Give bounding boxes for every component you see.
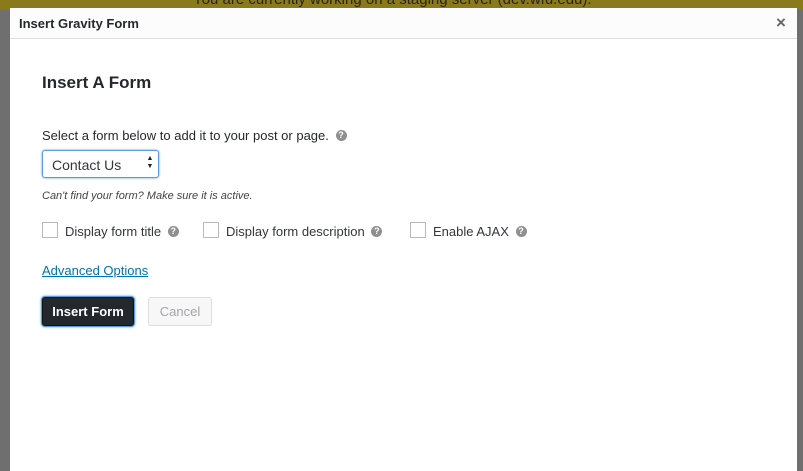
advanced-options-link[interactable]: Advanced Options [42,263,148,278]
staging-banner-text: You are currently working on a staging s… [193,0,592,8]
help-icon[interactable]: ? [335,130,347,142]
arrow-up-icon: ▲ [146,155,154,162]
option-enable-ajax: Enable AJAX ? [410,221,527,242]
form-select-value: Contact Us [52,157,122,173]
instruction-label: Select a form below to add it to your po… [42,128,329,143]
insert-form-button[interactable]: Insert Form [42,297,134,326]
background-page-left [0,10,10,471]
form-select[interactable]: Contact Us ▲ ▼ [42,150,159,178]
checkbox-enable-ajax[interactable] [410,221,426,238]
option-enable-ajax-label: Enable AJAX [433,224,509,239]
checkbox-display-title[interactable] [42,221,58,238]
option-display-description: Display form description ? [203,221,383,242]
option-display-title-label: Display form title [65,224,162,239]
form-note: Can't find your form? Make sure it is ac… [42,190,253,202]
help-icon[interactable]: ? [167,226,179,238]
background-page-right [797,10,803,471]
select-arrows-icon: ▲ ▼ [146,155,154,173]
option-display-description-label: Display form description [226,224,365,239]
checkbox-display-description[interactable] [203,221,219,238]
instruction-text: Select a form below to add it to your po… [42,128,347,143]
help-icon[interactable]: ? [371,226,383,238]
option-display-title: Display form title ? [42,221,179,242]
cancel-button[interactable]: Cancel [148,297,212,326]
insert-form-modal: Insert Gravity Form × Insert A Form Sele… [10,8,797,471]
modal-content: Insert A Form Select a form below to add… [42,8,782,471]
help-icon[interactable]: ? [515,226,527,238]
arrow-down-icon: ▼ [146,163,154,170]
page-title: Insert A Form [42,73,152,92]
